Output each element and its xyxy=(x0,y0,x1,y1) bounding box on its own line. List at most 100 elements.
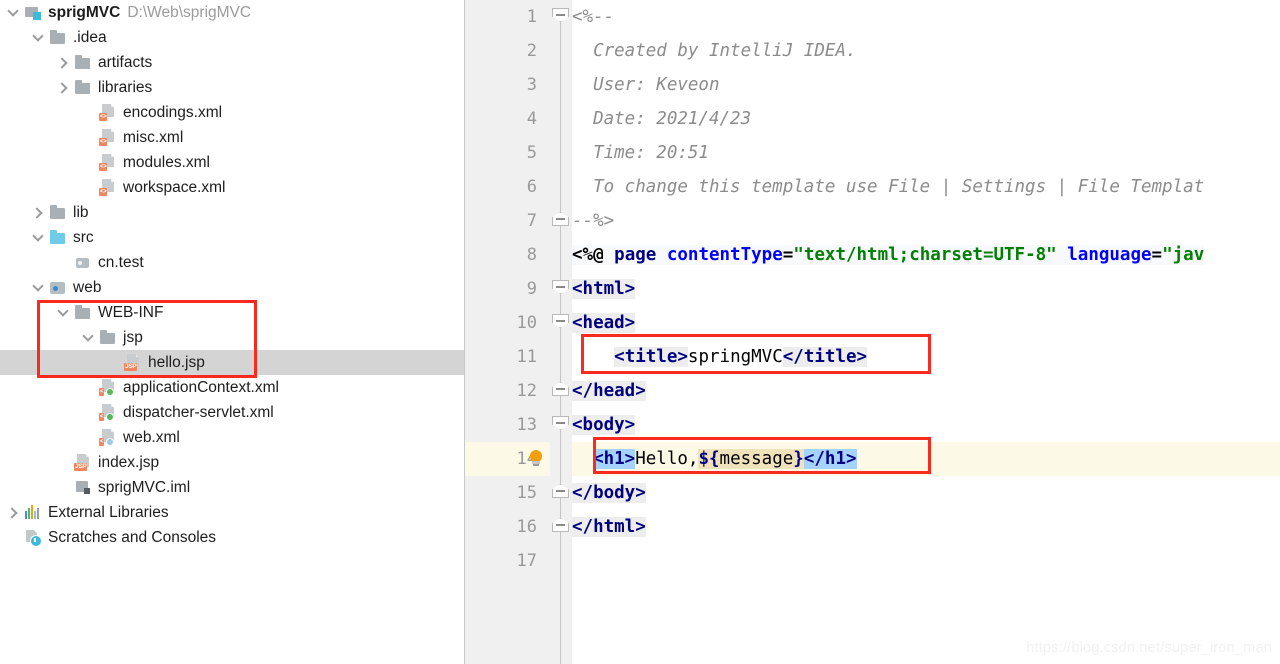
code-line[interactable]: 9 <html> xyxy=(465,272,1280,306)
code-text[interactable]: <%@ page contentType="text/html;charset=… xyxy=(572,238,1205,272)
chevron-right-icon[interactable] xyxy=(58,82,69,93)
tree-item-label: WEB-INF xyxy=(98,303,164,321)
tree-item-index-jsp[interactable]: JSP index.jsp xyxy=(0,450,464,475)
tree-item-label: cn.test xyxy=(98,253,144,271)
chevron-right-icon[interactable] xyxy=(8,507,19,518)
tree-item-web-inf[interactable]: WEB-INF xyxy=(0,300,464,325)
tree-item-sprigmvc[interactable]: sprigMVC D:\Web\sprigMVC xyxy=(0,0,464,25)
spring-xml-file-icon: < xyxy=(99,404,117,421)
tree-item-cn-test[interactable]: cn.test xyxy=(0,250,464,275)
code-line[interactable]: 6 To change this template use File | Set… xyxy=(465,170,1280,204)
code-token xyxy=(1056,245,1068,265)
line-number: 6 xyxy=(526,177,537,197)
code-text[interactable]: </body> xyxy=(572,476,646,510)
tree-item-web-xml[interactable]: < web.xml xyxy=(0,425,464,450)
code-text[interactable]: Created by IntelliJ IDEA. xyxy=(572,34,856,68)
line-number: 13 xyxy=(516,415,537,435)
code-line[interactable]: 4 Date: 2021/4/23 xyxy=(465,102,1280,136)
fold-end-icon[interactable] xyxy=(552,382,569,396)
code-line[interactable]: 11 <title>springMVC</title> xyxy=(465,340,1280,374)
tree-item-hello-jsp[interactable]: JSP hello.jsp xyxy=(0,350,464,375)
chevron-down-icon[interactable] xyxy=(33,32,44,43)
tree-item-external-libraries[interactable]: External Libraries xyxy=(0,500,464,525)
code-line[interactable]: 7 --%> xyxy=(465,204,1280,238)
line-number: 3 xyxy=(526,75,537,95)
code-token: </body> xyxy=(572,483,646,503)
code-text[interactable]: --%> xyxy=(572,204,614,238)
tree-item-src[interactable]: src xyxy=(0,225,464,250)
external-libraries-icon xyxy=(24,504,42,521)
fold-collapse-icon[interactable] xyxy=(552,416,569,430)
code-token: contentType xyxy=(666,245,783,265)
code-text[interactable]: Time: 20:51 xyxy=(572,136,709,170)
line-number: 10 xyxy=(516,313,537,333)
line-number: 12 xyxy=(516,381,537,401)
line-number: 9 xyxy=(526,279,537,299)
code-text[interactable]: </html> xyxy=(572,510,646,544)
tree-item-applicationcontext-xml[interactable]: < applicationContext.xml xyxy=(0,375,464,400)
code-line[interactable]: 5 Time: 20:51 xyxy=(465,136,1280,170)
chevron-down-icon[interactable] xyxy=(8,7,19,18)
code-line[interactable]: 17 xyxy=(465,544,1280,578)
tree-item-idea[interactable]: .idea xyxy=(0,25,464,50)
code-text[interactable]: <title>springMVC</title> xyxy=(572,340,868,374)
chevron-right-icon[interactable] xyxy=(33,207,44,218)
code-text[interactable]: User: Keveon xyxy=(572,68,719,102)
tree-item-label: index.jsp xyxy=(98,453,160,471)
code-token: page xyxy=(614,245,667,265)
project-tree-panel[interactable]: sprigMVC D:\Web\sprigMVC .idea artifacts lib… xyxy=(0,0,465,664)
code-editor[interactable]: 1 <%-- 2 Created by IntelliJ IDEA. 3 User: … xyxy=(465,0,1280,664)
tree-item-artifacts[interactable]: artifacts xyxy=(0,50,464,75)
tree-item-lib[interactable]: lib xyxy=(0,200,464,225)
fold-collapse-icon[interactable] xyxy=(552,280,569,294)
code-line[interactable]: 13 <body> xyxy=(465,408,1280,442)
tree-item-modules-xml[interactable]: <> modules.xml xyxy=(0,150,464,175)
fold-end-icon[interactable] xyxy=(552,212,569,226)
tree-item-web[interactable]: web xyxy=(0,275,464,300)
chevron-right-icon[interactable] xyxy=(58,57,69,68)
code-line[interactable]: 15 </body> xyxy=(465,476,1280,510)
code-text[interactable]: Date: 2021/4/23 xyxy=(572,102,751,136)
tree-item-jsp[interactable]: jsp xyxy=(0,325,464,350)
fold-end-icon[interactable] xyxy=(552,518,569,532)
tree-item-label: artifacts xyxy=(98,53,153,71)
tree-item-scratches-and-consoles[interactable]: Scratches and Consoles xyxy=(0,525,464,550)
tree-item-workspace-xml[interactable]: <> workspace.xml xyxy=(0,175,464,200)
line-number: 5 xyxy=(526,143,537,163)
line-number: 7 xyxy=(526,211,537,231)
project-tree[interactable]: sprigMVC D:\Web\sprigMVC .idea artifacts lib… xyxy=(0,0,464,550)
code-line[interactable]: 3 User: Keveon xyxy=(465,68,1280,102)
code-line[interactable]: 10 <head> xyxy=(465,306,1280,340)
tree-item-encodings-xml[interactable]: <> encodings.xml xyxy=(0,100,464,125)
intention-bulb-icon[interactable] xyxy=(527,450,545,469)
line-number: 2 xyxy=(526,41,537,61)
code-line[interactable]: 12 </head> xyxy=(465,374,1280,408)
code-token: Hello, xyxy=(635,449,699,469)
code-line[interactable]: 14 <h1>Hello,${message}</h1> xyxy=(465,442,1280,476)
code-text[interactable]: To change this template use File | Setti… xyxy=(572,170,1204,204)
line-number: 1 xyxy=(526,7,537,27)
code-line[interactable]: 8 <%@ page contentType="text/html;charset… xyxy=(465,238,1280,272)
folder-icon xyxy=(99,329,117,346)
code-line[interactable]: 16 </html> xyxy=(465,510,1280,544)
code-text[interactable]: <%-- xyxy=(572,0,614,34)
tree-item-label: src xyxy=(73,228,94,246)
tree-item-misc-xml[interactable]: <> misc.xml xyxy=(0,125,464,150)
tree-item-dispatcher-servlet-xml[interactable]: < dispatcher-servlet.xml xyxy=(0,400,464,425)
chevron-down-icon[interactable] xyxy=(33,282,44,293)
code-text[interactable]: </head> xyxy=(572,374,646,408)
fold-collapse-icon[interactable] xyxy=(552,314,569,328)
code-text[interactable]: <html> xyxy=(572,272,636,306)
chevron-down-icon[interactable] xyxy=(33,232,44,243)
chevron-down-icon[interactable] xyxy=(58,307,69,318)
fold-end-icon[interactable] xyxy=(552,484,569,498)
code-text[interactable]: <h1>Hello,${message}</h1> xyxy=(572,442,857,476)
fold-collapse-icon[interactable] xyxy=(552,8,569,22)
tree-item-sprigmvc-iml[interactable]: sprigMVC.iml xyxy=(0,475,464,500)
code-line[interactable]: 1 <%-- xyxy=(465,0,1280,34)
tree-item-libraries[interactable]: libraries xyxy=(0,75,464,100)
code-text[interactable]: <body> xyxy=(572,408,636,442)
code-text[interactable]: <head> xyxy=(572,306,636,340)
chevron-down-icon[interactable] xyxy=(83,332,94,343)
code-line[interactable]: 2 Created by IntelliJ IDEA. xyxy=(465,34,1280,68)
